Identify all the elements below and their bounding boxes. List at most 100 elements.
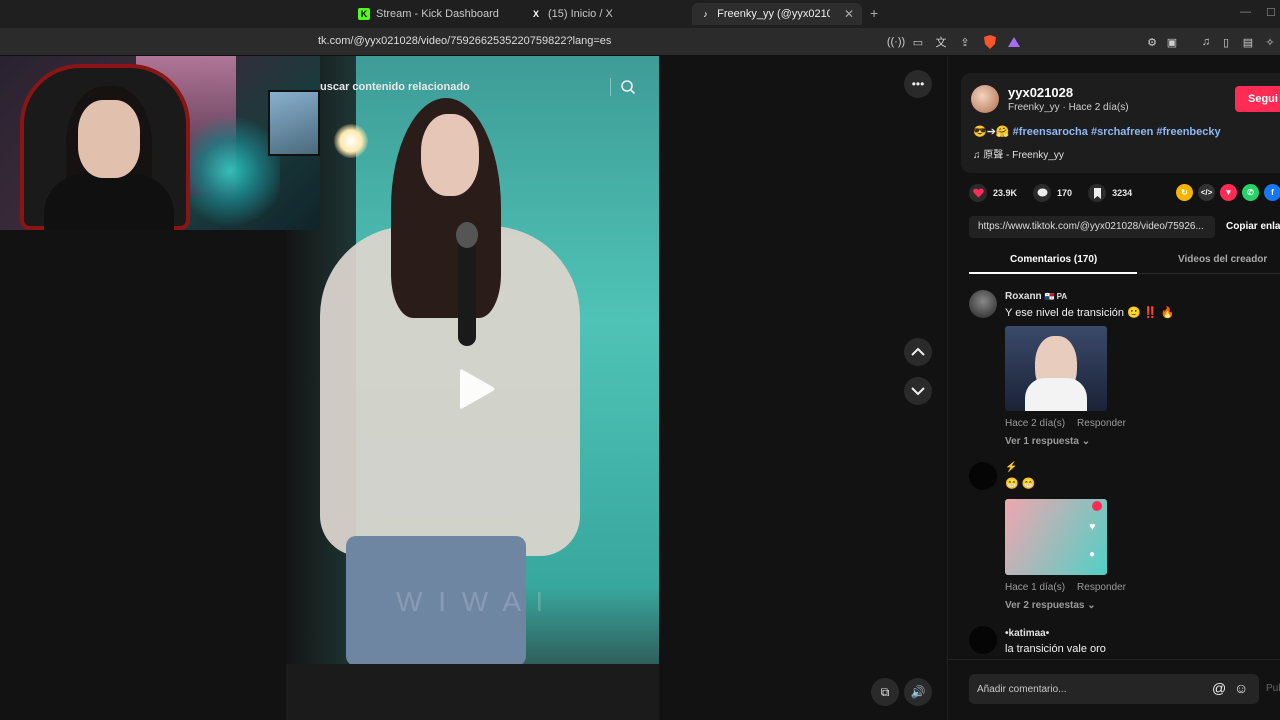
save-count: 3234	[1112, 188, 1133, 198]
author-avatar[interactable]	[971, 85, 999, 113]
save-stat[interactable]: 3234	[1088, 184, 1132, 202]
next-video-chevron-down-icon[interactable]	[904, 377, 932, 405]
view-replies-button[interactable]: Ver 2 respuestas ⌄	[1005, 600, 1096, 611]
whatsapp-icon[interactable]: ✆	[1242, 184, 1259, 201]
share-icon[interactable]: ⇪	[957, 34, 973, 50]
webcam-led-glow	[180, 116, 280, 226]
hashtag-link[interactable]: #freenbecky	[1156, 126, 1220, 138]
webcam-overlay	[0, 56, 320, 230]
comment-time: Hace 1 día(s)	[1005, 582, 1066, 593]
address-bar: tk.com/@yyx021028/video/7592662535220759…	[0, 28, 1280, 56]
music-title: 原聲 - Freenky_yy	[983, 150, 1064, 161]
search-icon[interactable]	[620, 79, 636, 95]
comment-image-add-icon	[1092, 501, 1102, 511]
volume-icon[interactable]: 🔊	[904, 678, 932, 706]
commenter-avatar[interactable]	[969, 290, 997, 318]
comment-image[interactable]	[1005, 326, 1107, 411]
engagement-stats: 23.9K 170 3234	[969, 183, 1148, 203]
picture-in-picture-icon[interactable]: ⧉	[871, 678, 899, 706]
author-subline: Freenky_yy · Hace 2 día(s)	[1008, 102, 1129, 113]
minimize-icon[interactable]: —	[1240, 6, 1251, 18]
like-count: 23.9K	[993, 188, 1018, 198]
view-replies-button[interactable]: Ver 1 respuesta ⌄	[1005, 436, 1090, 447]
comment-text: la transición vale oro	[1005, 643, 1106, 655]
author-username[interactable]: yyx021028	[1008, 85, 1073, 100]
translate-icon[interactable]: 文	[933, 34, 949, 50]
tab-kick-dashboard[interactable]: K Stream - Kick Dashboard	[350, 3, 507, 25]
tab-label: (15) Inicio / X	[548, 8, 613, 20]
music-info[interactable]: ♫ 原聲 - Freenky_yy	[973, 146, 1064, 161]
microphone-head	[456, 222, 478, 248]
hashtag-link[interactable]: #srchafreen	[1091, 126, 1153, 138]
post-caption: 😎➔🤗 #freensarocha #srchafreen #freenbeck…	[973, 125, 1221, 138]
tab-label: Freenky_yy (@yyx021028) | TikTo	[717, 8, 830, 20]
heart-icon[interactable]	[969, 184, 987, 202]
video-link-field[interactable]: https://www.tiktok.com/@yyx021028/video/…	[969, 216, 1215, 238]
search-divider	[610, 78, 611, 96]
play-icon[interactable]	[456, 368, 496, 410]
tab-x-home[interactable]: X (15) Inicio / X	[522, 3, 621, 25]
commenter-name[interactable]: •katimaa•	[1005, 628, 1049, 639]
tab-creator-videos[interactable]: Videos del creador	[1178, 254, 1267, 265]
commenter-name[interactable]: Roxann 🇵🇦 PA	[1005, 291, 1067, 302]
broadcast-icon[interactable]: ((·))	[887, 34, 905, 50]
view-replies-label: Ver 2 respuestas	[1005, 600, 1085, 611]
comment-composer: @ ☺ Pub	[948, 659, 1280, 720]
commenter-badge: 🇵🇦 PA	[1044, 292, 1068, 301]
copy-link-button[interactable]: Copiar enla	[1226, 221, 1280, 232]
brave-rewards-icon[interactable]	[1006, 34, 1022, 50]
panel-tabs: Comentarios (170) Videos del creador	[969, 250, 1280, 274]
post-comment-button[interactable]: Pub	[1266, 683, 1280, 694]
comment-text: Y ese nivel de transición 🙂 ‼️ 🔥	[1005, 307, 1175, 319]
active-tab-indicator	[969, 272, 1137, 274]
new-tab-icon[interactable]: +	[870, 5, 878, 21]
url-text[interactable]: tk.com/@yyx021028/video/7592662535220759…	[318, 35, 611, 47]
reply-button[interactable]: Responder	[1077, 418, 1126, 429]
repost-icon[interactable]: ↻	[1176, 184, 1193, 201]
screenshot-icon[interactable]: ▣	[1164, 34, 1180, 50]
media-icon[interactable]: ♫	[1198, 34, 1214, 50]
reply-button[interactable]: Responder	[1077, 582, 1126, 593]
maximize-icon[interactable]: ☐	[1266, 6, 1276, 19]
wallet-icon[interactable]: ▤	[1240, 34, 1256, 50]
mention-icon[interactable]: @	[1212, 680, 1226, 696]
close-tab-icon[interactable]: ✕	[844, 7, 854, 21]
tab-comments[interactable]: Comentarios (170)	[1010, 254, 1097, 265]
comment-bubble-icon[interactable]	[1033, 184, 1052, 202]
cast-icon[interactable]: ▭	[910, 34, 926, 50]
screen: K Stream - Kick Dashboard X (15) Inicio …	[0, 0, 1280, 720]
commenter-name-text: Roxann	[1005, 291, 1042, 302]
browser-tab-bar: K Stream - Kick Dashboard X (15) Inicio …	[0, 0, 1280, 28]
webcam-streamer-face	[78, 100, 140, 178]
embed-code-icon[interactable]: </>	[1198, 184, 1215, 201]
video-performer-face	[421, 114, 479, 196]
comment-time: Hace 2 día(s)	[1005, 418, 1066, 429]
hashtag-link[interactable]: #freensarocha	[1013, 126, 1088, 138]
brave-shield-icon[interactable]	[982, 34, 998, 50]
comment-count: 170	[1057, 188, 1073, 198]
comment-image-shirt	[1025, 378, 1087, 411]
comment-image[interactable]: ♥ ●	[1005, 499, 1107, 575]
tab-label: Stream - Kick Dashboard	[376, 8, 499, 20]
leo-icon[interactable]: ✧	[1262, 34, 1278, 50]
chevron-down-icon: ⌄	[1087, 600, 1096, 611]
tab-tiktok[interactable]: ♪ Freenky_yy (@yyx021028) | TikTo ✕	[692, 3, 862, 25]
send-icon[interactable]: ▼	[1220, 184, 1237, 201]
commenter-avatar[interactable]	[969, 462, 997, 490]
emoji-icon[interactable]: ☺	[1234, 680, 1248, 696]
video-stage-floor	[286, 664, 659, 720]
extensions-icon[interactable]: ⚙	[1144, 34, 1160, 50]
view-replies-label: Ver 1 respuesta	[1005, 436, 1079, 447]
sidebar-icon[interactable]: ▯	[1218, 34, 1234, 50]
more-options-icon[interactable]: •••	[904, 70, 932, 98]
comment-image-heart-icon: ♥	[1089, 521, 1096, 533]
comment-stat[interactable]: 170	[1033, 184, 1072, 202]
commenter-name[interactable]: ⚡	[1005, 462, 1017, 473]
related-search-bar[interactable]: uscar contenido relacionado	[286, 72, 646, 102]
facebook-icon[interactable]: f	[1264, 184, 1280, 201]
previous-video-chevron-up-icon[interactable]	[904, 338, 932, 366]
commenter-avatar[interactable]	[969, 626, 997, 654]
follow-button[interactable]: Segui	[1235, 86, 1280, 112]
like-stat[interactable]: 23.9K	[969, 184, 1017, 202]
bookmark-icon[interactable]	[1088, 184, 1107, 202]
